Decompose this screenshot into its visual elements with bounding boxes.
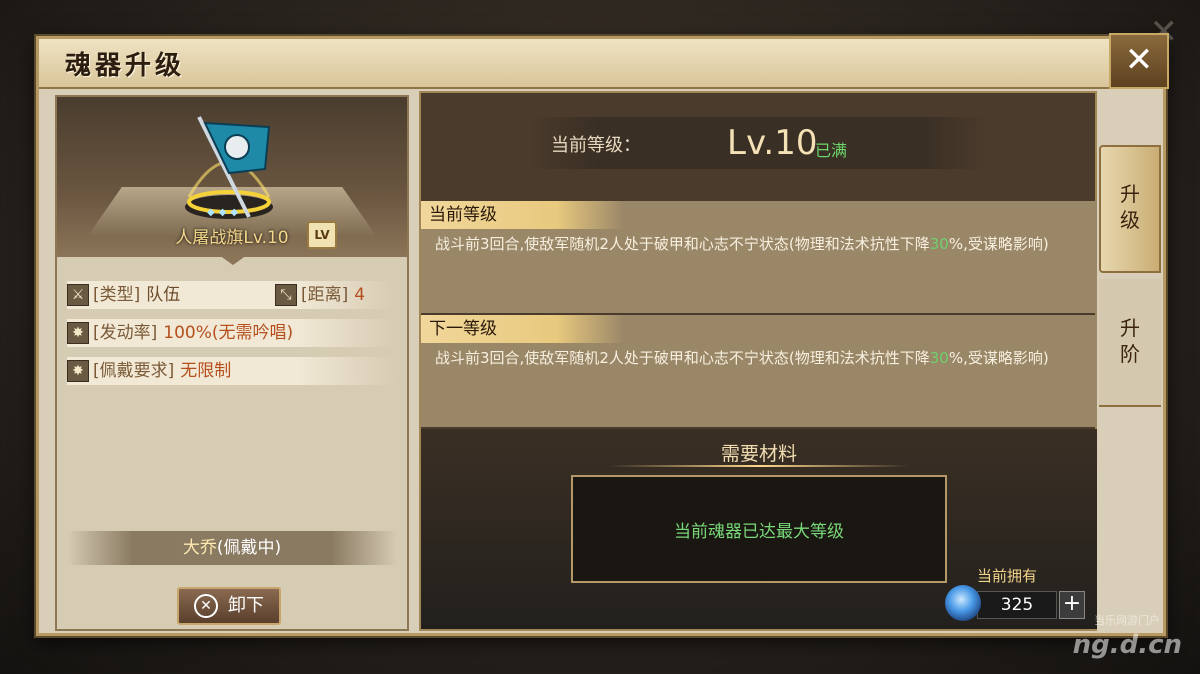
range-arrows-icon: ⤡ (275, 284, 297, 306)
current-level-label: 当前等级： (551, 135, 641, 156)
attribute-range-key: [距离] (301, 285, 349, 305)
current-level-description: 战斗前3回合,使敌军随机2人处于破甲和心志不宁状态(物理和法术抗性下降30%,受… (421, 229, 1097, 255)
sword-icon: ⚔ (67, 284, 89, 306)
next-level-section: 下一等级 战斗前3回合,使敌军随机2人处于破甲和心志不宁状态(物理和法术抗性下降… (421, 315, 1097, 427)
page-title: 魂器升级 (65, 51, 186, 81)
tab-advance-label-1: 升 (1120, 316, 1140, 340)
next-desc-text-end: %,受谋略影响) (948, 349, 1049, 367)
tab-advance-label-2: 阶 (1120, 342, 1140, 366)
materials-title-glow (609, 465, 909, 467)
current-level-value: Lv.10 (727, 123, 818, 163)
unequip-label: 卸下 (228, 595, 264, 616)
tab-upgrade-label-1: 升 (1120, 182, 1140, 206)
wearer-equipped-status: (佩戴中) (216, 538, 282, 558)
level-refresh-icon[interactable]: LV (307, 221, 337, 249)
owned-counter: 325 + (945, 585, 1085, 621)
attribute-type-value: 队伍 (146, 285, 181, 305)
current-level-section: 当前等级 战斗前3回合,使敌军随机2人处于破甲和心志不宁状态(物理和法术抗性下降… (421, 201, 1097, 313)
burst-icon: ✸ (67, 322, 89, 344)
attribute-rate-row: ✸ [发动率] 100%(无需吟唱) (67, 319, 397, 347)
unequip-button[interactable]: ✕ 卸下 (177, 587, 281, 625)
tab-upgrade[interactable]: 升 级 (1099, 145, 1161, 273)
current-desc-text-end: %,受谋略影响) (948, 235, 1049, 253)
owned-label: 当前拥有 (977, 567, 1038, 585)
next-desc-highlight: 30 (929, 349, 949, 367)
current-level-heading: 当前等级 (421, 201, 1097, 229)
current-level-box: 当前等级： Lv.10 已满 (529, 117, 989, 169)
tab-upgrade-label-2: 级 (1120, 208, 1140, 232)
attribute-rate-value: 100%(无需吟唱) (163, 323, 294, 343)
upgrade-detail-panel: 当前等级： Lv.10 已满 当前等级 战斗前3回合,使敌军随机2人处于破甲和心… (419, 91, 1097, 631)
tab-advance[interactable]: 升 阶 (1099, 279, 1161, 407)
soul-weapon-upgrade-panel: 魂器升级 ✕ ◆◆◆ 人屠战旗Lv.10 LV ⚔ [类型] 队伍 ⤡ [距离] 4 (36, 33, 1169, 636)
attribute-requirement-row: ✸ [佩戴要求] 无限制 (67, 357, 397, 385)
owned-count: 325 (977, 591, 1057, 619)
attribute-type-key: [类型] (93, 285, 141, 305)
current-desc-highlight: 30 (929, 235, 949, 253)
materials-title: 需要材料 (720, 443, 797, 465)
current-desc-text: 战斗前3回合,使敌军随机2人处于破甲和心志不宁状态(物理和法术抗性下降 (435, 235, 930, 253)
item-display-stage: ◆◆◆ 人屠战旗Lv.10 LV (57, 97, 407, 257)
next-level-description: 战斗前3回合,使敌军随机2人处于破甲和心志不宁状态(物理和法术抗性下降30%,受… (421, 343, 1097, 369)
burst-icon: ✸ (67, 360, 89, 382)
wearer-name: 大乔 (182, 538, 217, 558)
next-level-heading: 下一等级 (421, 315, 1097, 343)
attribute-rate-key: [发动率] (93, 323, 158, 343)
item-info-panel: ◆◆◆ 人屠战旗Lv.10 LV ⚔ [类型] 队伍 ⤡ [距离] 4 ✸ [发动率] 10… (55, 95, 409, 631)
item-name: 人屠战旗Lv.10 (175, 228, 289, 248)
watermark-caption: 当乐网游门户 (1094, 614, 1160, 627)
star-rank-indicator: ◆◆◆ (207, 207, 243, 218)
attribute-requirement-key: [佩戴要求] (93, 361, 175, 381)
watermark-logo: ng.d.cn (1072, 630, 1182, 660)
attribute-range: ⤡ [距离] 4 (275, 281, 365, 309)
add-material-button[interactable]: + (1059, 591, 1085, 619)
next-desc-text: 战斗前3回合,使敌军随机2人处于破甲和心志不宁状态(物理和法术抗性下降 (435, 349, 930, 367)
stage-pointer (219, 255, 247, 265)
materials-section: 需要材料 当前魂器已达最大等级 当前拥有 325 + (421, 429, 1097, 629)
close-button[interactable]: ✕ (1109, 33, 1169, 89)
attribute-range-value: 4 (354, 285, 366, 305)
wearer-status: 大乔(佩戴中) (67, 531, 397, 565)
max-level-message: 当前魂器已达最大等级 (674, 522, 844, 542)
max-level-tag: 已满 (815, 141, 848, 160)
materials-box: 当前魂器已达最大等级 (571, 475, 947, 583)
title-bar: 魂器升级 (39, 39, 1163, 89)
attribute-type-row: ⚔ [类型] 队伍 ⤡ [距离] 4 (67, 281, 397, 309)
attribute-requirement-value: 无限制 (180, 361, 232, 381)
close-circle-icon: ✕ (194, 594, 218, 618)
blue-soul-flame-icon (945, 585, 981, 621)
